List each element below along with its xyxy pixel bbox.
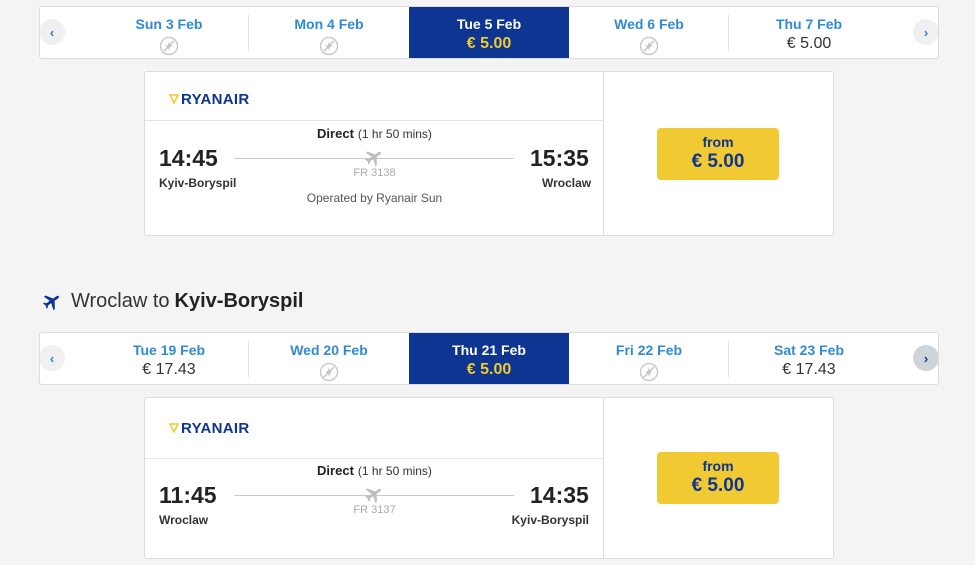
date-price: € 17.43 [142, 361, 196, 378]
arrival-time: 14:35 [530, 482, 589, 508]
price-amount: € 5.00 [691, 151, 745, 172]
direct-label: Direct [317, 126, 354, 141]
date-label: Thu 7 Feb [775, 16, 843, 32]
price-from-label: from [702, 458, 734, 474]
date-price: € 5.00 [466, 35, 512, 52]
plane-icon [43, 295, 59, 311]
airline-logo: RYANAIR [169, 89, 250, 109]
no-flight-icon [639, 362, 659, 382]
date-label: Wed 6 Feb [614, 16, 684, 32]
prev-dates-button[interactable]: ‹ [40, 19, 65, 45]
date-price: € 5.00 [786, 35, 832, 52]
date-tab-4[interactable]: Thu 7 Feb € 5.00 [729, 7, 889, 58]
direct-label: Direct [317, 463, 354, 478]
no-flight-icon [639, 36, 659, 56]
no-flight-icon [319, 36, 339, 56]
no-flight-icon [319, 362, 339, 382]
flight-details: RYANAIR Direct (1 hr 50 mins) 14:45 Kyiv-… [145, 72, 604, 235]
date-tab-0[interactable]: Sun 3 Feb [89, 7, 249, 58]
date-price: € 5.00 [466, 361, 512, 378]
no-flight-icon [159, 36, 179, 56]
airline-name: RYANAIR [181, 419, 250, 437]
select-price-button[interactable]: from € 5.00 [657, 128, 779, 180]
date-tab-4[interactable]: Sat 23 Feb € 17.43 [729, 333, 889, 384]
outbound-flight-card[interactable]: RYANAIR Direct (1 hr 50 mins) 14:45 Kyiv-… [144, 71, 834, 236]
date-tab-1[interactable]: Mon 4 Feb [249, 7, 409, 58]
plane-icon [365, 151, 381, 167]
date-label: Wed 20 Feb [290, 342, 368, 358]
chevron-left-icon: ‹ [49, 24, 55, 40]
arrival-city: Kyiv-Boryspil [511, 513, 589, 527]
price-amount: € 5.00 [691, 475, 745, 496]
chevron-right-icon: › [923, 24, 929, 40]
select-price-button[interactable]: from € 5.00 [657, 452, 779, 504]
inbound-flight-card[interactable]: RYANAIR Direct (1 hr 50 mins) 11:45 Wrocl… [144, 397, 834, 559]
airline-name: RYANAIR [181, 90, 250, 108]
harp-icon [169, 94, 179, 104]
title-origin: Wroclaw to [71, 289, 170, 312]
direct-info: Direct (1 hr 50 mins) [145, 126, 604, 141]
airline-logo: RYANAIR [169, 418, 250, 438]
date-tab-1[interactable]: Wed 20 Feb [249, 333, 409, 384]
date-price: € 17.43 [782, 361, 836, 378]
arrival-city: Wroclaw [542, 176, 592, 190]
plane-icon [365, 488, 381, 504]
chevron-right-icon: › [923, 350, 929, 366]
arrival-time: 15:35 [530, 145, 589, 171]
date-label: Fri 22 Feb [615, 342, 683, 358]
return-section-title: Wroclaw to Kyiv-Boryspil [41, 289, 303, 313]
date-label: Sun 3 Feb [135, 16, 203, 32]
outbound-date-strip: Sun 3 Feb Mon 4 Feb Tue 5 Feb € 5.00 Wed… [39, 6, 939, 59]
duration: (1 hr 50 mins) [357, 464, 432, 478]
chevron-left-icon: ‹ [49, 350, 55, 366]
date-tab-2-selected[interactable]: Thu 21 Feb € 5.00 [409, 333, 569, 384]
operated-by: Operated by Ryanair Sun [306, 191, 443, 205]
date-tab-3[interactable]: Fri 22 Feb [569, 333, 729, 384]
inbound-date-strip: Tue 19 Feb € 17.43 Wed 20 Feb Thu 21 Feb… [39, 332, 939, 385]
date-label: Tue 19 Feb [132, 342, 206, 358]
date-label: Mon 4 Feb [294, 16, 364, 32]
date-tab-2-selected[interactable]: Tue 5 Feb € 5.00 [409, 7, 569, 58]
harp-icon [169, 423, 179, 433]
date-label: Sat 23 Feb [773, 342, 845, 358]
date-label: Thu 21 Feb [452, 342, 526, 358]
direct-info: Direct (1 hr 50 mins) [145, 463, 604, 478]
date-tab-3[interactable]: Wed 6 Feb [569, 7, 729, 58]
next-dates-button[interactable]: › [913, 345, 938, 371]
next-dates-button[interactable]: › [913, 19, 938, 45]
prev-dates-button[interactable]: ‹ [40, 345, 65, 371]
date-label: Tue 5 Feb [456, 16, 522, 32]
date-tab-0[interactable]: Tue 19 Feb € 17.43 [89, 333, 249, 384]
duration: (1 hr 50 mins) [357, 127, 432, 141]
price-from-label: from [702, 134, 734, 150]
title-destination: Kyiv-Boryspil [174, 289, 304, 312]
flight-details: RYANAIR Direct (1 hr 50 mins) 11:45 Wrocl… [145, 398, 604, 558]
